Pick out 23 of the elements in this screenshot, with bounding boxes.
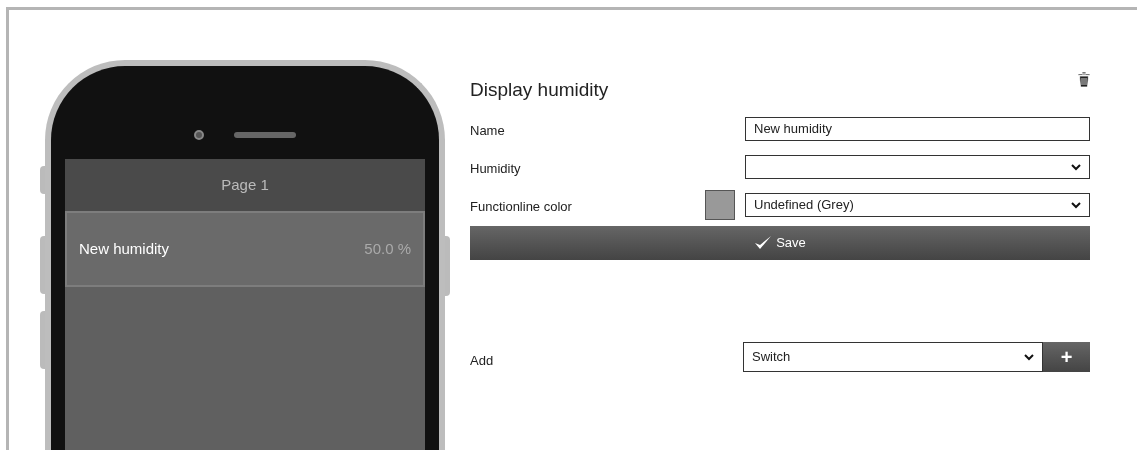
speaker-grille — [234, 131, 296, 138]
trash-icon[interactable] — [1078, 72, 1090, 87]
field-label: Functionline color — [470, 198, 572, 217]
field-label: Name — [470, 122, 505, 141]
add-type-select-field[interactable]: Switch — [743, 342, 1043, 372]
select-field[interactable] — [745, 155, 1090, 179]
add-button[interactable]: + — [1043, 342, 1090, 372]
chevron-down-icon — [1024, 353, 1034, 361]
chevron-down-icon — [1071, 201, 1081, 209]
function-row[interactable]: New humidity 50.0 % — [65, 211, 425, 287]
chevron-down-icon — [1071, 163, 1081, 171]
color-select-field[interactable]: Undefined (Grey) — [745, 193, 1090, 217]
add-label: Add — [470, 352, 494, 371]
save-button[interactable]: Save — [470, 226, 1090, 260]
field-label: Humidity — [470, 160, 521, 179]
camera-icon — [194, 129, 204, 140]
editor-title: Display humidity — [470, 78, 609, 102]
function-value: 50.0 % — [364, 238, 411, 259]
name-input-field[interactable]: New humidity — [745, 117, 1090, 141]
checkmark-icon — [754, 235, 773, 251]
color-swatch[interactable] — [705, 190, 735, 220]
page-title: Page 1 — [65, 159, 425, 211]
function-name: New humidity — [79, 238, 170, 259]
